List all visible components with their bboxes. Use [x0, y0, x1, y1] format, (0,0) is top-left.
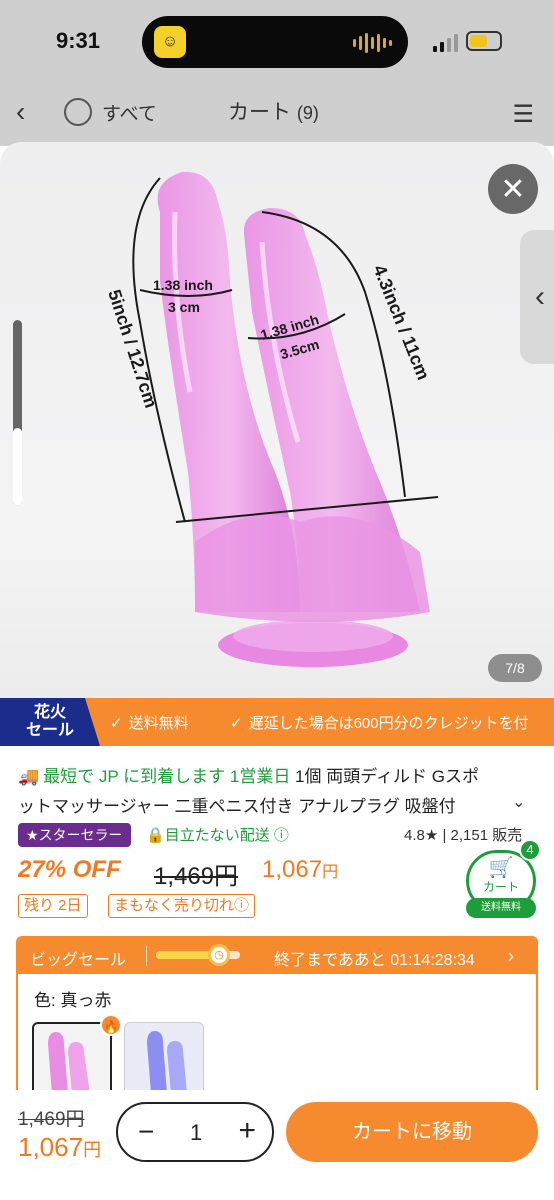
delivery-info: 最短で JP に到着します 1営業日	[43, 767, 291, 786]
close-icon[interactable]: ✕	[488, 164, 538, 214]
original-price: 1,469円	[154, 863, 239, 890]
product-illustration: 1.38 inch 3 cm 1.38 inch 3.5cm 5inch / 1…	[104, 171, 439, 667]
promo-delay-credit: ✓ 遅延した場合は600円分のクレジットを付	[230, 715, 529, 732]
label-left-width-in: 1.38 inch	[153, 277, 213, 293]
side-tab-chevron-left-icon[interactable]: ‹	[520, 230, 554, 364]
countdown: 終了までああと 01:14:28:34	[274, 952, 475, 969]
truck-icon: 🚚	[18, 767, 40, 786]
bottom-original-price: 1,469円	[18, 1109, 85, 1130]
cart-badge: 4	[519, 839, 541, 861]
image-scrollbar[interactable]	[13, 320, 22, 506]
product-title: 🚚 最短で JP に到着します 1営業日 1個 両頭ディルド Gスポ ットマッサー…	[18, 767, 479, 816]
status-time: 9:31	[56, 28, 101, 53]
clock-icon: ◷	[208, 944, 230, 966]
days-left-tag: 残り 2日	[18, 894, 88, 918]
free-shipping-badge: 送料無料	[466, 898, 536, 918]
status-bar: 9:31 ☺	[0, 0, 554, 84]
product-sheet: 1.38 inch 3 cm 1.38 inch 3.5cm 5inch / 1…	[0, 142, 554, 1200]
cart-count: (9)	[296, 103, 319, 123]
color-label: 色: 真っ赤	[34, 991, 112, 1010]
dynamic-island: ☺	[142, 16, 408, 68]
sale-price: 1,067円	[262, 856, 339, 883]
cart-button-label: カート	[482, 880, 519, 894]
go-to-cart-button[interactable]: カートに移動	[286, 1102, 538, 1162]
help-icon: ⓘ	[273, 827, 289, 844]
quantity-value[interactable]: 1	[190, 1120, 202, 1146]
check-icon: ✓	[110, 715, 123, 732]
app-header: ‹ すべて カート (9) ☰	[0, 84, 554, 146]
label-left-length: 5inch / 12.7cm	[104, 287, 161, 410]
back-icon[interactable]: ‹	[16, 96, 25, 128]
promo-free-shipping: ✓ 送料無料	[110, 715, 189, 732]
check-icon: ✓	[230, 715, 243, 732]
rating: 4.8★ | 2,151 販売	[404, 827, 523, 844]
menu-icon[interactable]: ☰	[512, 100, 534, 129]
selling-out-tag[interactable]: まもなく売り切れⓘ	[108, 894, 256, 918]
signal-icon	[433, 34, 458, 52]
quantity-stepper[interactable]: − 1 +	[116, 1102, 274, 1162]
chevron-right-icon[interactable]: ›	[508, 946, 514, 967]
big-sale-bar[interactable]: ビッグセール ◷ 終了までああと 01:14:28:34 ›	[18, 938, 536, 974]
star-seller-badge: ★スターセラー	[18, 823, 131, 847]
fireworks-sale-badge: 花火 セール	[0, 698, 100, 746]
sold-count: 2,151 販売	[450, 827, 523, 844]
audio-wave-icon	[353, 32, 392, 54]
app-icon: ☺	[154, 26, 186, 58]
select-all-label: すべて	[102, 104, 157, 125]
plus-icon[interactable]: +	[238, 1114, 256, 1148]
minus-icon[interactable]: −	[138, 1116, 154, 1148]
product-image[interactable]: 1.38 inch 3 cm 1.38 inch 3.5cm 5inch / 1…	[0, 142, 554, 698]
battery-icon	[466, 31, 502, 51]
discreet-shipping[interactable]: 🔒目立たない配送 ⓘ	[146, 824, 289, 845]
select-all-checkbox[interactable]	[64, 98, 92, 126]
discount-label: 27% OFF	[18, 856, 121, 883]
promo-banner[interactable]: 花火 セール ✓ 送料無料 ✓ 遅延した場合は600円分のクレジットを付	[0, 698, 554, 746]
bottom-sale-price: 1,067円	[18, 1132, 102, 1162]
label-right-length: 4.3inch / 11cm	[369, 262, 433, 383]
page-title: カート (9)	[228, 101, 319, 124]
big-sale-label: ビッグセール	[30, 952, 127, 969]
chevron-down-icon[interactable]: ⌄	[512, 792, 525, 812]
bottom-bar: 1,469円 1,067円 − 1 + カートに移動	[0, 1090, 554, 1200]
image-counter: 7/8	[488, 654, 542, 682]
flame-icon: 🔥	[100, 1014, 122, 1036]
label-left-width-cm: 3 cm	[168, 299, 200, 315]
help-icon: ⓘ	[234, 897, 250, 914]
